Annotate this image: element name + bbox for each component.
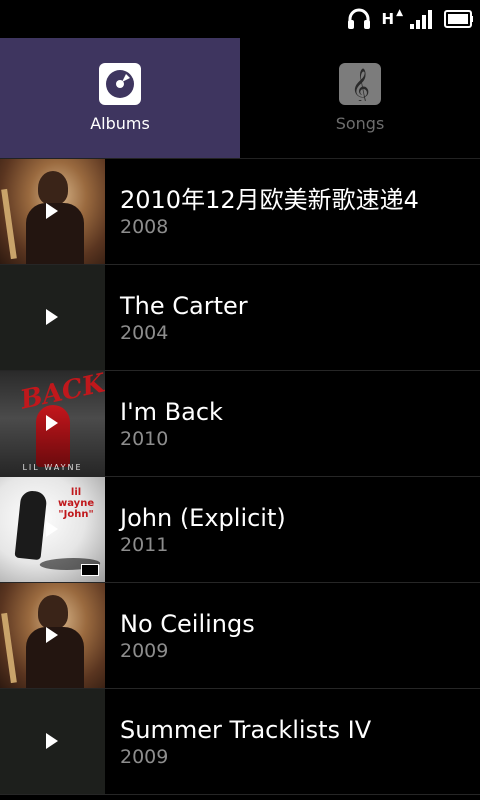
status-bar: H ▲ <box>0 0 480 38</box>
network-type-icon: H ▲ <box>381 8 403 28</box>
music-app-screen: H ▲ Albums 𝄞 Songs 2010年12月欧美新歌速递4 2008 … <box>0 0 480 800</box>
tab-songs-label: Songs <box>335 114 385 133</box>
play-icon[interactable] <box>46 309 58 325</box>
tab-albums[interactable]: Albums <box>0 38 240 158</box>
album-title: No Ceilings <box>120 609 255 638</box>
album-year: 2009 <box>120 745 169 768</box>
album-cover-image <box>0 265 105 370</box>
album-cover-image <box>0 159 105 264</box>
album-title: 2010年12月欧美新歌速递4 <box>120 185 419 214</box>
album-title: Summer Tracklists IV <box>120 715 372 744</box>
parental-advisory-icon <box>81 564 99 576</box>
tab-songs[interactable]: 𝄞 Songs <box>240 38 480 158</box>
battery-icon <box>444 10 474 28</box>
album-cover-image <box>0 583 105 688</box>
play-icon[interactable] <box>46 627 58 643</box>
album-year: 2010 <box>120 427 169 450</box>
play-icon[interactable] <box>46 733 58 749</box>
play-icon[interactable] <box>46 203 58 219</box>
signal-icon <box>410 9 434 29</box>
album-title: The Carter <box>120 291 248 320</box>
album-year: 2011 <box>120 533 169 556</box>
play-icon[interactable] <box>46 415 58 431</box>
album-row[interactable]: 2010年12月欧美新歌速递4 2008 <box>0 159 480 265</box>
album-row[interactable]: Summer Tracklists IV 2009 <box>0 689 480 795</box>
album-row[interactable]: BACK LIL WAYNE I'm Back 2010 <box>0 371 480 477</box>
album-year: 2004 <box>120 321 169 344</box>
music-note-icon: 𝄞 <box>339 63 381 105</box>
album-row[interactable]: lil wayne "John" John (Explicit) 2011 <box>0 477 480 583</box>
album-title: John (Explicit) <box>120 503 286 532</box>
cover-credit-art: LIL WAYNE <box>22 463 83 472</box>
tab-albums-label: Albums <box>90 114 150 133</box>
svg-text:𝄞: 𝄞 <box>351 67 370 101</box>
album-year: 2008 <box>120 215 169 238</box>
network-type-label: H <box>381 10 394 28</box>
album-title: I'm Back <box>120 397 223 426</box>
cover-logo-art: lil wayne "John" <box>58 487 95 520</box>
album-row[interactable]: The Carter 2004 <box>0 265 480 371</box>
album-disc-icon <box>99 63 141 105</box>
album-list: 2010年12月欧美新歌速递4 2008 The Carter 2004 BAC… <box>0 159 480 795</box>
play-icon[interactable] <box>46 521 58 537</box>
album-row[interactable]: No Ceilings 2009 <box>0 583 480 689</box>
album-cover-image <box>0 689 105 794</box>
album-year: 2009 <box>120 639 169 662</box>
tab-bar: Albums 𝄞 Songs <box>0 38 480 159</box>
album-cover-image: lil wayne "John" <box>0 477 105 582</box>
album-cover-image: BACK LIL WAYNE <box>0 371 105 476</box>
headphones-icon <box>347 8 371 30</box>
